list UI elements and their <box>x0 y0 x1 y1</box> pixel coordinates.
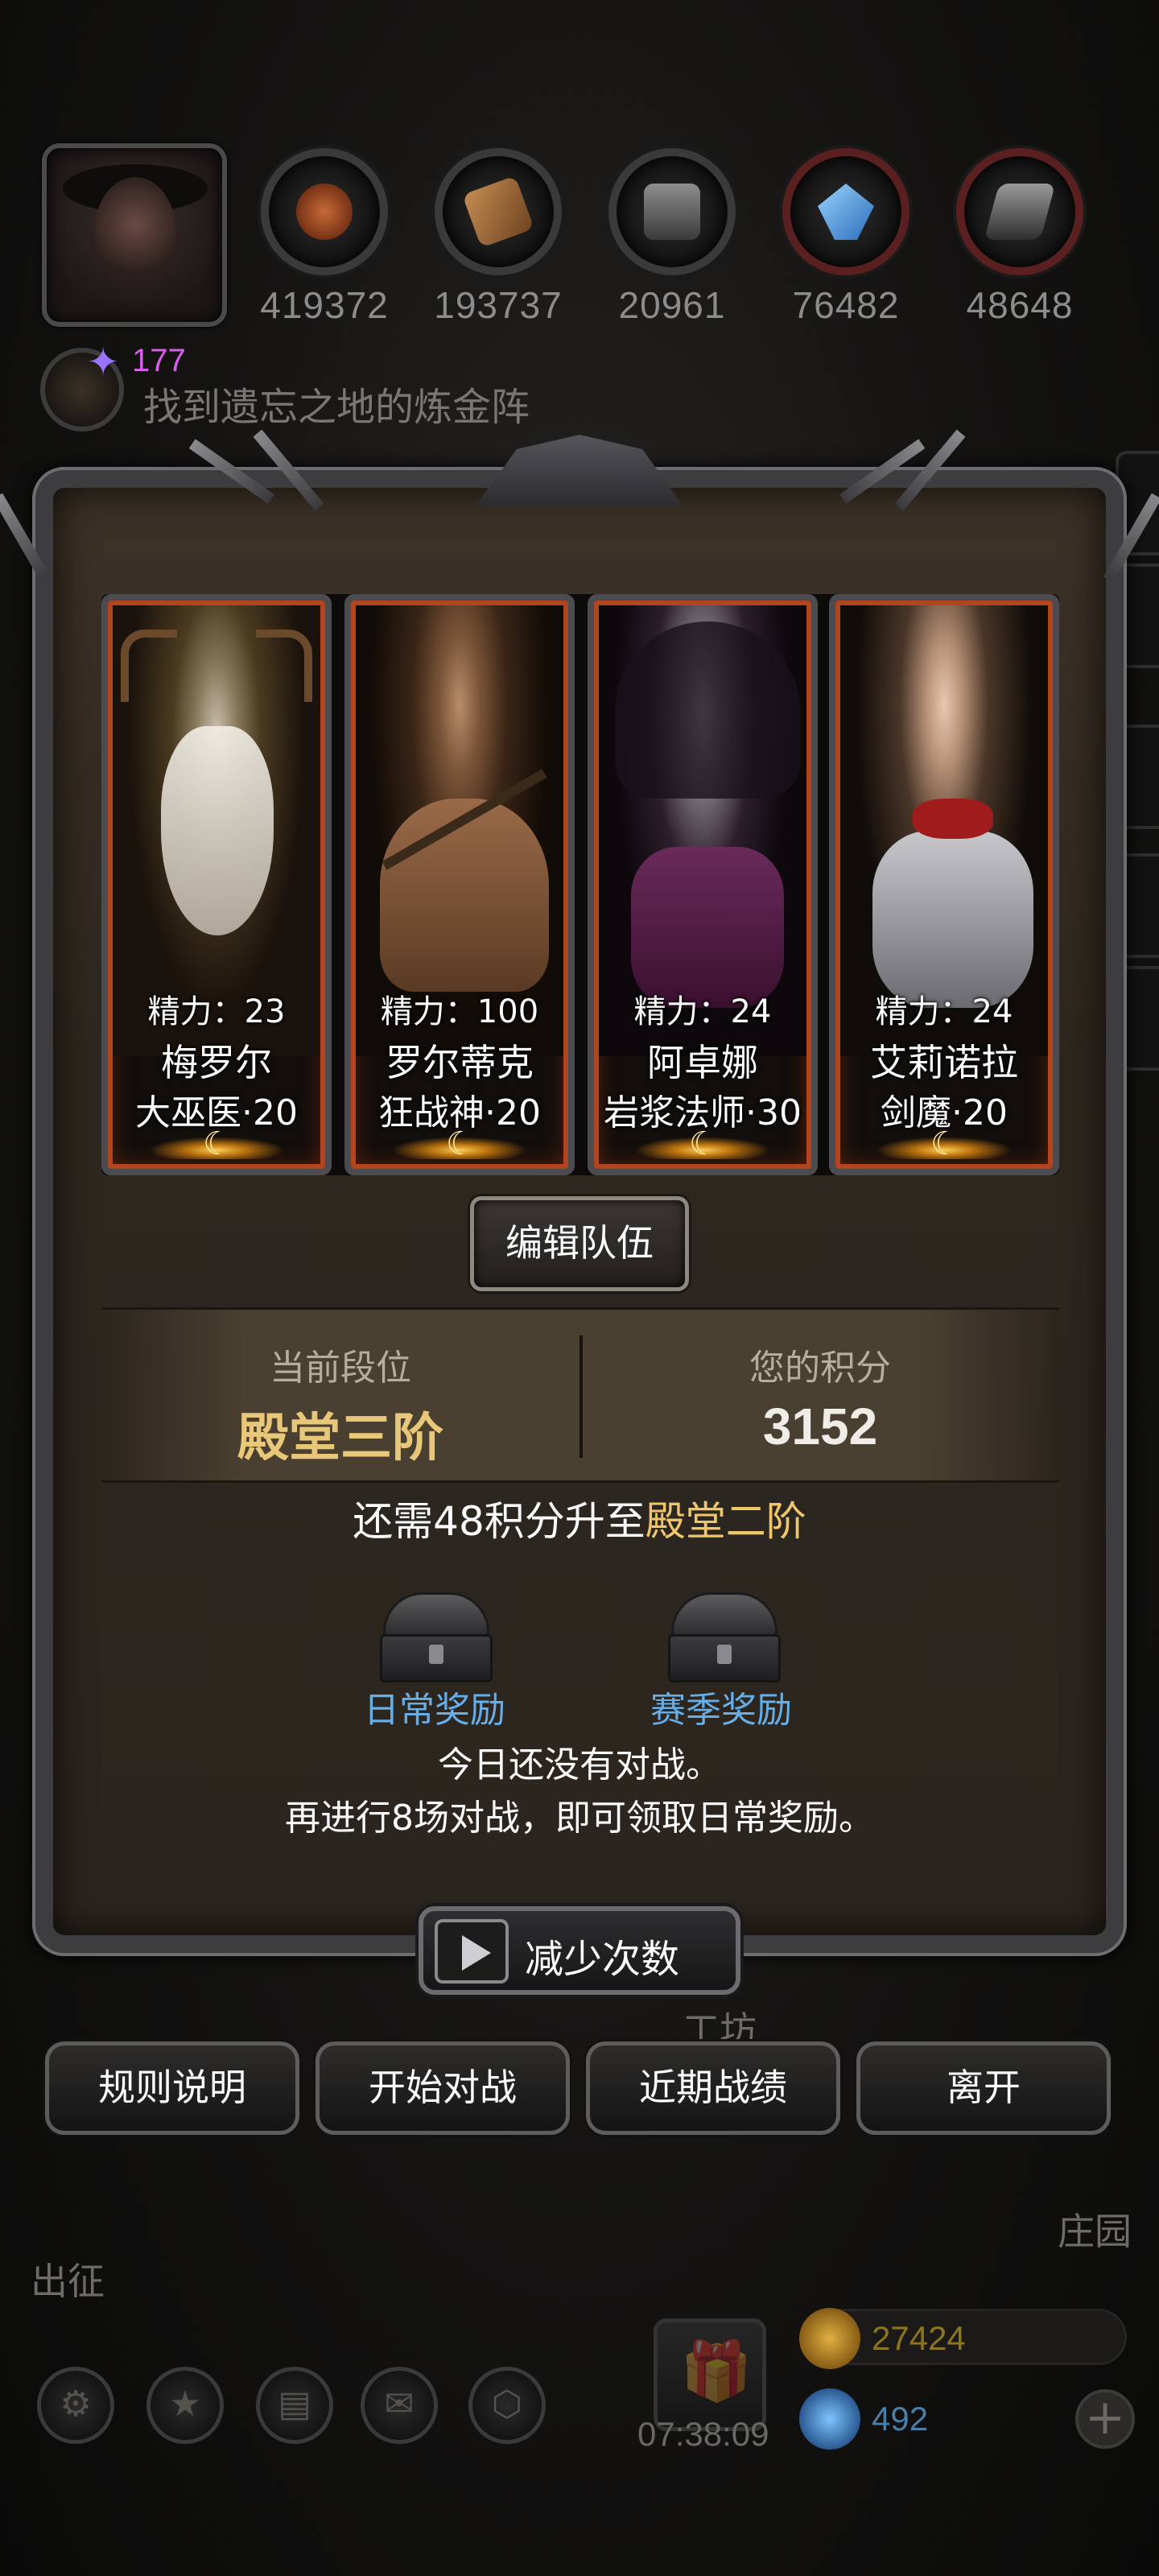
rules-button[interactable]: 规则说明 <box>45 2041 299 2135</box>
stone-icon <box>608 148 736 275</box>
hero-name: 阿卓娜 <box>647 1041 758 1084</box>
moon-rank-icon <box>148 1125 285 1162</box>
hero-card[interactable]: 精力：24 阿卓娜 岩浆法师·30 <box>588 594 818 1175</box>
avatar-face <box>95 177 175 282</box>
rank-banner: 当前段位 殿堂三阶 您的积分 3152 <box>101 1307 1059 1483</box>
hero-stamina: 精力：100 <box>380 993 539 1030</box>
promotion-prefix: 还需48积分升至 <box>353 1498 645 1545</box>
score-value: 3152 <box>762 1397 878 1455</box>
stone-resource[interactable]: 20961 <box>604 148 740 327</box>
iron-resource[interactable]: 48648 <box>951 148 1088 327</box>
quest-tracker[interactable]: ✦ 177 找到遗忘之地的炼金阵 <box>40 340 652 431</box>
start-battle-button[interactable]: 开始对战 <box>316 2041 570 2135</box>
hero-stamina: 精力：23 <box>147 993 286 1030</box>
moon-rank-icon <box>391 1125 528 1162</box>
crystal-icon <box>782 148 909 275</box>
hero-stamina: 精力：24 <box>875 993 1013 1030</box>
shield-icon[interactable]: ⬡ <box>468 2367 546 2444</box>
battle-status-line: 今日还没有对战。 <box>438 1744 721 1785</box>
iron-icon <box>956 148 1083 275</box>
wood-value: 193737 <box>434 284 563 326</box>
crystal-value: 76482 <box>792 284 900 326</box>
expedition-label[interactable]: 出征 <box>31 2252 105 2306</box>
hero-card[interactable]: 精力：23 梅罗尔 大巫医·20 <box>101 594 332 1175</box>
daily-chest-icon[interactable] <box>380 1592 493 1682</box>
team-lineup: 精力：23 梅罗尔 大巫医·20 精力：100 罗尔蒂克 狂战神·20 精力：2… <box>101 594 1059 1175</box>
quest-count: 177 <box>132 343 186 378</box>
hero-name: 罗尔蒂克 <box>386 1041 534 1084</box>
star-icon[interactable]: ★ <box>146 2367 224 2444</box>
hero-name: 艾莉诺拉 <box>870 1041 1018 1084</box>
current-rank-label: 当前段位 <box>270 1348 411 1389</box>
meat-resource[interactable]: 419372 <box>256 148 393 327</box>
meat-value: 419372 <box>260 284 389 326</box>
season-reward-label[interactable]: 赛季奖励 <box>650 1681 792 1732</box>
meat-icon <box>261 148 388 275</box>
hero-card[interactable]: 精力：24 艾莉诺拉 剑魔·20 <box>829 594 1059 1175</box>
gem-currency: 492 <box>799 2388 1058 2450</box>
reduce-count-button[interactable]: 减少次数 <box>419 1906 740 1995</box>
gem-icon <box>799 2388 860 2450</box>
recent-records-button[interactable]: 近期战绩 <box>586 2041 840 2135</box>
moon-rank-icon <box>876 1125 1013 1162</box>
daily-reward-label[interactable]: 日常奖励 <box>364 1681 505 1732</box>
add-currency-button[interactable]: + <box>1075 2389 1135 2449</box>
player-avatar[interactable] <box>42 143 227 327</box>
panel-crest <box>475 435 684 507</box>
mail-icon[interactable]: ✉ <box>361 2367 438 2444</box>
quest-spark-icon: ✦ <box>87 340 120 385</box>
gift-timer: 07:38:09 <box>637 2415 769 2453</box>
current-rank-value: 殿堂三阶 <box>237 1409 443 1468</box>
wood-resource[interactable]: 193737 <box>430 148 567 327</box>
edit-team-button[interactable]: 编辑队伍 <box>470 1196 689 1291</box>
gold-scroll-icon <box>799 2308 860 2369</box>
current-rank: 当前段位 殿堂三阶 <box>101 1310 580 1471</box>
wood-icon <box>435 148 562 275</box>
score-label: 您的积分 <box>749 1348 891 1389</box>
reduce-count-label: 减少次数 <box>525 1937 680 1982</box>
gem-value: 492 <box>872 2400 929 2438</box>
leave-button[interactable]: 离开 <box>856 2041 1111 2135</box>
book-icon[interactable]: ▤ <box>256 2367 333 2444</box>
reward-hint-line: 再进行8场对战，即可领取日常奖励。 <box>285 1798 874 1839</box>
hero-card[interactable]: 精力：100 罗尔蒂克 狂战神·20 <box>344 594 575 1175</box>
iron-value: 48648 <box>966 284 1074 326</box>
season-chest-icon[interactable] <box>668 1592 781 1682</box>
play-icon <box>435 1919 509 1984</box>
quest-text: 找到遗忘之地的炼金阵 <box>143 385 530 430</box>
hero-name: 梅罗尔 <box>161 1041 272 1084</box>
stone-value: 20961 <box>618 284 726 326</box>
hero-stamina: 精力：24 <box>633 993 772 1030</box>
moon-rank-icon <box>634 1125 771 1162</box>
promotion-text: 还需48积分升至殿堂二阶 <box>0 1489 1159 1547</box>
manor-label[interactable]: 庄园 <box>1058 2202 1132 2256</box>
gift-icon[interactable] <box>654 2318 766 2431</box>
crystal-resource[interactable]: 76482 <box>777 148 914 327</box>
gold-currency: 27424 <box>799 2308 1127 2369</box>
settings-icon[interactable]: ⚙ <box>37 2367 114 2444</box>
player-score: 您的积分 3152 <box>581 1310 1059 1456</box>
gold-value: 27424 <box>872 2319 966 2357</box>
promotion-target: 殿堂二阶 <box>645 1498 806 1545</box>
